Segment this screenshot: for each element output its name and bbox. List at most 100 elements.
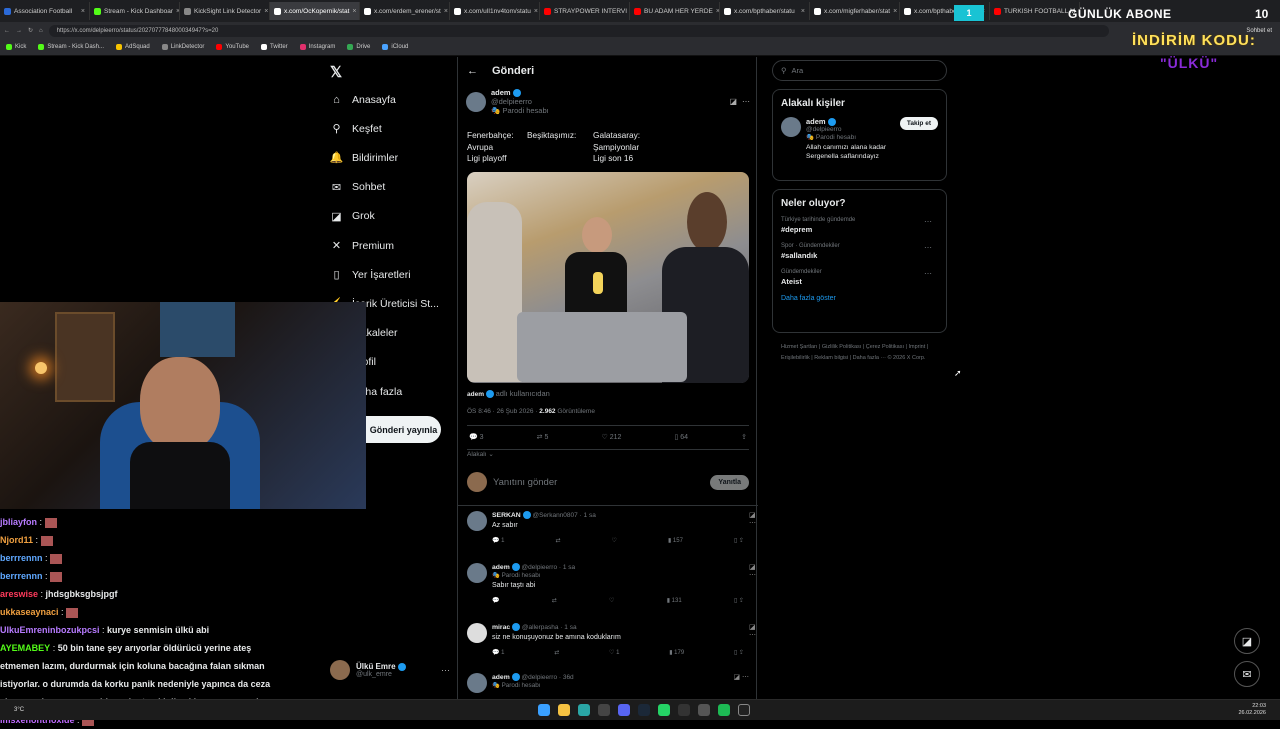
close-icon[interactable]: ×	[893, 8, 897, 15]
bookmark-item[interactable]: iCloud	[382, 44, 408, 50]
person-name[interactable]: adem	[806, 117, 826, 126]
bookmark-item[interactable]: Drive	[347, 44, 370, 50]
more-icon[interactable]: ⋯	[924, 217, 932, 226]
post-image[interactable]	[467, 172, 749, 383]
post-author[interactable]: adem	[491, 88, 511, 97]
more-icon[interactable]: ⋯	[742, 97, 750, 106]
bookmark-item[interactable]: Stream - Kick Dash...	[38, 44, 104, 50]
close-icon[interactable]: ×	[81, 8, 85, 15]
repost-action[interactable]: ⇄	[552, 597, 557, 604]
spotify-icon[interactable]	[718, 704, 731, 716]
nav-item[interactable]: ✕ Premium	[330, 239, 394, 253]
person-handle[interactable]: @delpieerro	[806, 126, 895, 133]
trend-item[interactable]: Gündemdekiler Ateist ⋯	[781, 269, 938, 286]
nav-item[interactable]: ◪ Grok	[330, 210, 374, 223]
browser-tab[interactable]: x.com/bpthaber/statu ×	[720, 2, 810, 20]
steam-icon[interactable]	[638, 704, 651, 716]
messages-fab-icon[interactable]: ✉	[1234, 661, 1260, 687]
nav-item[interactable]: ✉ Sohbet	[330, 181, 385, 194]
home-icon[interactable]: ⌂	[39, 28, 43, 34]
close-icon[interactable]: ×	[801, 8, 805, 15]
close-icon[interactable]: ×	[264, 8, 268, 15]
share-icon[interactable]: ⇪	[741, 433, 747, 441]
nav-item[interactable]: ⌂ Anasayfa	[330, 93, 396, 106]
reply-action[interactable]: 💬 1	[492, 649, 504, 656]
more-icon[interactable]: ⋯	[924, 269, 932, 278]
obs-icon[interactable]	[738, 704, 751, 716]
account-switcher[interactable]: Ülkü Emre @ulk_emre ⋯	[330, 660, 450, 680]
reply-action[interactable]: 💬 3	[469, 433, 484, 441]
follow-button[interactable]: Takip et	[899, 117, 938, 130]
discord-icon[interactable]	[618, 704, 631, 716]
like-action[interactable]: ♡	[609, 597, 614, 604]
browser-tab[interactable]: x.com/migferhaber/stat ×	[810, 2, 900, 20]
nav-item[interactable]: ⚲ Keşfet	[330, 122, 381, 136]
app-icon[interactable]	[698, 704, 711, 716]
post-button[interactable]: Gönderi yayınla	[366, 416, 441, 443]
reply-item[interactable]: adem @delpieerro · 1 sa 🎭 Parodi hesabı …	[467, 563, 756, 604]
reply-button[interactable]: Yanıtla	[710, 474, 749, 490]
start-icon[interactable]	[538, 704, 551, 716]
views-action[interactable]: ▮ 157	[668, 537, 683, 544]
reply-action[interactable]: 💬 1	[492, 537, 504, 544]
trend-item[interactable]: Türkiye tarihinde gündemde #deprem ⋯	[781, 217, 938, 234]
reply-author[interactable]: adem	[492, 674, 510, 681]
browser-tab[interactable]: KickSight Link Detector ×	[180, 2, 270, 20]
reply-item[interactable]: mirac @allerpasha · 1 sa siz ne konuşuyo…	[467, 623, 756, 656]
weather-widget[interactable]: 3°C	[14, 707, 24, 713]
close-icon[interactable]: ×	[534, 8, 538, 15]
bookmark-item[interactable]: AdSquad	[116, 44, 150, 50]
views-action[interactable]: ▮ 179	[669, 649, 684, 656]
whatsapp-icon[interactable]	[658, 704, 671, 716]
store-icon[interactable]	[598, 704, 611, 716]
bookmark-icon[interactable]: ▯ ⇪	[734, 537, 744, 544]
grok-fab-icon[interactable]: ◪	[1234, 628, 1260, 654]
like-action[interactable]: ♡ 212	[601, 433, 621, 441]
bookmark-item[interactable]: YouTube	[216, 44, 249, 50]
grok-icon[interactable]: ◪ ⋯	[733, 673, 749, 681]
grok-icon[interactable]: ◪ ⋯	[749, 623, 756, 639]
avatar[interactable]	[467, 511, 487, 531]
bookmark-icon[interactable]: ▯ ⇪	[734, 649, 744, 656]
repost-action[interactable]: ⇄	[556, 537, 561, 544]
browser-tab[interactable]: x.com/OcKopernik/stat ×	[270, 2, 360, 20]
bookmark-icon[interactable]: ▯ ⇪	[734, 597, 744, 604]
clock[interactable]: 22:03 26.02.2026	[1238, 703, 1266, 717]
browser-tab[interactable]: Association Football ×	[0, 2, 90, 20]
repost-action[interactable]: ⇄ 5	[537, 433, 549, 441]
browser-tab[interactable]: TURKISH FOOTBALL M×	[990, 2, 1080, 20]
close-icon[interactable]: ×	[444, 8, 448, 15]
browser-tab[interactable]: STRAYPOWER INTERVI×	[540, 2, 630, 20]
repost-action[interactable]: ⇄	[554, 649, 559, 656]
reply-item[interactable]: SERKAN @Serkann0807 · 1 sa Az sabır 💬 1 …	[467, 511, 756, 544]
show-more-link[interactable]: Daha fazla göster	[781, 295, 938, 302]
grok-icon[interactable]: ◪ ⋯	[749, 511, 756, 527]
browser-tab[interactable]: BU ADAM HER YERDE ×	[630, 2, 720, 20]
bookmark-item[interactable]: LinkDetector	[161, 44, 204, 50]
views-action[interactable]: ▮ 131	[667, 597, 682, 604]
edge-icon[interactable]	[578, 704, 591, 716]
avatar[interactable]	[467, 673, 487, 693]
reply-author[interactable]: SERKAN	[492, 512, 521, 519]
bookmark-item[interactable]: Twitter	[261, 44, 288, 50]
x-logo-icon[interactable]: 𝕏	[330, 63, 342, 81]
reply-author[interactable]: mirac	[492, 624, 510, 631]
related-dropdown[interactable]: Alakalı ⌄	[467, 450, 494, 458]
forward-icon[interactable]: →	[16, 28, 22, 34]
like-action[interactable]: ♡	[612, 537, 617, 544]
reply-item[interactable]: adem @delpieerro · 36d 🎭 Parodi hesabı ◪…	[467, 673, 749, 693]
browser-tab[interactable]: x.com/erdem_erener/st ×	[360, 2, 450, 20]
reply-action[interactable]: 💬	[492, 597, 499, 604]
explorer-icon[interactable]	[558, 704, 571, 716]
footer-links[interactable]: Hizmet Şartları | Gizlilik Politikası | …	[781, 342, 941, 364]
back-icon[interactable]: ←	[4, 28, 10, 34]
bookmark-item[interactable]: Instagram	[299, 44, 335, 50]
reply-input[interactable]: Yanıtını gönder	[493, 477, 704, 488]
bookmark-item[interactable]: Kick	[6, 44, 26, 50]
url-field[interactable]: https://x.com/delpieerro/status/20270777…	[48, 24, 1109, 37]
bookmark-action[interactable]: ▯ 64	[674, 433, 688, 441]
more-icon[interactable]: ⋯	[441, 665, 450, 676]
nav-item[interactable]: 🔔 Bildirimler	[330, 151, 398, 165]
avatar[interactable]	[466, 91, 486, 112]
reply-author[interactable]: adem	[492, 564, 510, 571]
